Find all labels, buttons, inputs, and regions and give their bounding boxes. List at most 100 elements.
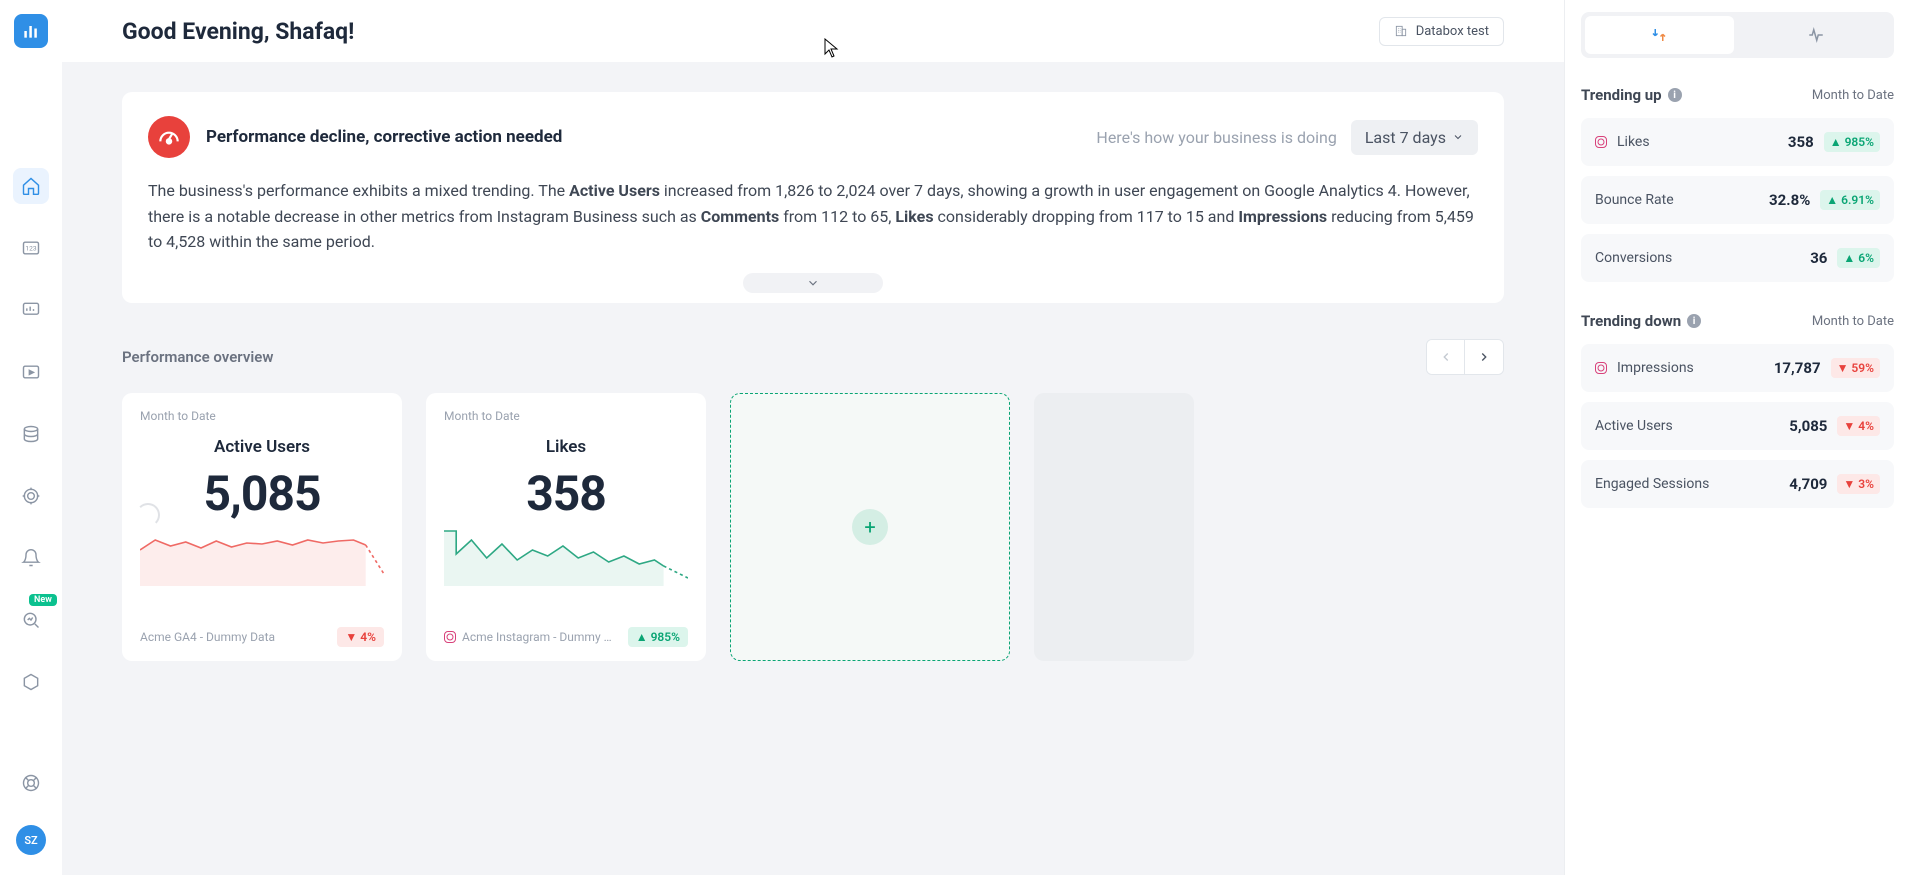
metric-cards-row: Month to Date Active Users 5,085 Acme GA…: [122, 393, 1504, 661]
greeting-text: Good Evening, Shafaq!: [122, 18, 354, 45]
new-badge: New: [29, 594, 57, 606]
trend-metric-value: 32.8%: [1769, 191, 1810, 209]
nav-insights[interactable]: New: [13, 602, 49, 638]
left-nav-rail: 123 New SZ: [0, 0, 62, 875]
database-icon: [21, 424, 41, 444]
play-screen-icon: [21, 362, 41, 382]
trend-metric-delta: ▲ 6.91%: [1820, 190, 1880, 210]
trending-down-title: Trending down: [1581, 312, 1681, 330]
sparkline-chart: [444, 526, 688, 586]
instagram-icon: [1595, 362, 1607, 374]
trend-metric-name: Conversions: [1595, 250, 1672, 266]
tab-trends[interactable]: [1585, 16, 1734, 54]
chevron-down-icon: [806, 276, 820, 290]
insight-card: Performance decline, corrective action n…: [122, 92, 1504, 303]
metric-period: Month to Date: [140, 409, 384, 423]
sparkline-chart: [140, 526, 384, 586]
trend-row[interactable]: Active Users 5,085 ▼ 4%: [1581, 402, 1894, 450]
trending-up-list: Likes 358 ▲ 985% Bounce Rate 32.8% ▲ 6.91% Con…: [1581, 118, 1894, 282]
metric-source: Acme Instagram - Dummy …: [462, 630, 622, 644]
activity-icon: [1807, 26, 1825, 44]
chevron-left-icon: [1439, 350, 1453, 364]
trend-row[interactable]: Bounce Rate 32.8% ▲ 6.91%: [1581, 176, 1894, 224]
info-icon[interactable]: i: [1668, 88, 1682, 102]
nav-reports[interactable]: [13, 354, 49, 390]
nav-alerts[interactable]: [13, 540, 49, 576]
databox-logo[interactable]: [14, 14, 48, 48]
chevron-down-icon: [1452, 131, 1464, 143]
trend-row[interactable]: Engaged Sessions 4,709 ▼ 3%: [1581, 460, 1894, 508]
trending-up-title: Trending up: [1581, 86, 1662, 104]
trend-metric-name: Likes: [1617, 134, 1650, 150]
loading-spinner-icon: [136, 503, 160, 527]
trend-metric-delta: ▼ 4%: [1837, 416, 1880, 436]
trend-metric-name: Active Users: [1595, 418, 1673, 434]
nav-goals[interactable]: [13, 478, 49, 514]
workspace-selector[interactable]: Databox test: [1379, 17, 1504, 46]
metric-card-active-users[interactable]: Month to Date Active Users 5,085 Acme GA…: [122, 393, 402, 661]
lifebuoy-icon: [21, 773, 41, 793]
insight-title: Performance decline, corrective action n…: [206, 127, 562, 147]
metric-card-placeholder: [1034, 393, 1194, 661]
overview-title: Performance overview: [122, 348, 273, 366]
workspace-label: Databox test: [1416, 24, 1489, 39]
add-metric-card[interactable]: +: [730, 393, 1010, 661]
nav-metrics[interactable]: 123: [13, 230, 49, 266]
metric-delta: ▲ 985%: [628, 627, 688, 647]
bell-icon: [21, 548, 41, 568]
trending-down-list: Impressions17,787▼ 59% Active Users 5,085 ▼…: [1581, 344, 1894, 508]
main-content: Performance decline, corrective action n…: [62, 62, 1564, 875]
trend-metric-value: 4,709: [1789, 475, 1827, 493]
metric-source: Acme GA4 - Dummy Data: [140, 630, 331, 644]
top-bar: Good Evening, Shafaq! Databox test: [62, 0, 1564, 62]
trend-metric-value: 17,787: [1774, 359, 1821, 377]
home-icon: [21, 176, 41, 196]
metric-value: 5,085: [140, 465, 384, 522]
expand-insight-button[interactable]: [743, 273, 883, 293]
metric-name: Active Users: [140, 437, 384, 457]
date-range-selector[interactable]: Last 7 days: [1351, 120, 1478, 155]
trend-metric-value: 36: [1810, 249, 1827, 267]
user-avatar[interactable]: SZ: [16, 825, 46, 855]
trend-row[interactable]: Likes 358 ▲ 985%: [1581, 118, 1894, 166]
sidebar-range: Month to Date: [1812, 88, 1894, 103]
insight-subtitle: Here's how your business is doing: [1096, 128, 1336, 147]
carousel-nav: [1426, 339, 1504, 375]
trend-metric-value: 5,085: [1789, 417, 1827, 435]
metric-name: Likes: [444, 437, 688, 457]
carousel-prev: [1427, 340, 1465, 374]
gauge-icon: [148, 116, 190, 158]
target-icon: [21, 486, 41, 506]
nav-dashboards[interactable]: [13, 292, 49, 328]
trend-metric-delta: ▲ 6%: [1837, 248, 1880, 268]
range-label: Last 7 days: [1365, 128, 1446, 147]
metric-card-likes[interactable]: Month to Date Likes 358 Acme Instagram -…: [426, 393, 706, 661]
instagram-icon: [1595, 136, 1607, 148]
nav-home[interactable]: [13, 168, 49, 204]
trend-metric-value: 358: [1788, 133, 1814, 151]
sidebar-range: Month to Date: [1812, 314, 1894, 329]
hexagon-icon: [21, 672, 41, 692]
trends-icon: [1650, 26, 1668, 44]
trend-metric-delta: ▲ 985%: [1824, 132, 1880, 152]
magnify-chart-icon: [21, 610, 41, 630]
metrics-icon: 123: [21, 238, 41, 258]
instagram-icon: [444, 631, 456, 643]
right-sidebar: Trending up i Month to Date Likes 358 ▲ 98…: [1564, 0, 1910, 875]
trend-row[interactable]: Impressions17,787▼ 59%: [1581, 344, 1894, 392]
trend-metric-delta: ▼ 3%: [1837, 474, 1880, 494]
nav-help[interactable]: [13, 765, 49, 801]
tab-activity[interactable]: [1742, 16, 1891, 54]
bar-chart-icon: [21, 21, 41, 41]
trend-metric-name: Bounce Rate: [1595, 192, 1674, 208]
carousel-next[interactable]: [1465, 340, 1503, 374]
dashboard-icon: [21, 300, 41, 320]
trend-row[interactable]: Conversions 36 ▲ 6%: [1581, 234, 1894, 282]
chevron-right-icon: [1477, 350, 1491, 364]
info-icon[interactable]: i: [1687, 314, 1701, 328]
nav-apps[interactable]: [13, 664, 49, 700]
sidebar-tabs: [1581, 12, 1894, 58]
nav-data[interactable]: [13, 416, 49, 452]
trend-metric-name: Engaged Sessions: [1595, 476, 1709, 492]
metric-period: Month to Date: [444, 409, 688, 423]
